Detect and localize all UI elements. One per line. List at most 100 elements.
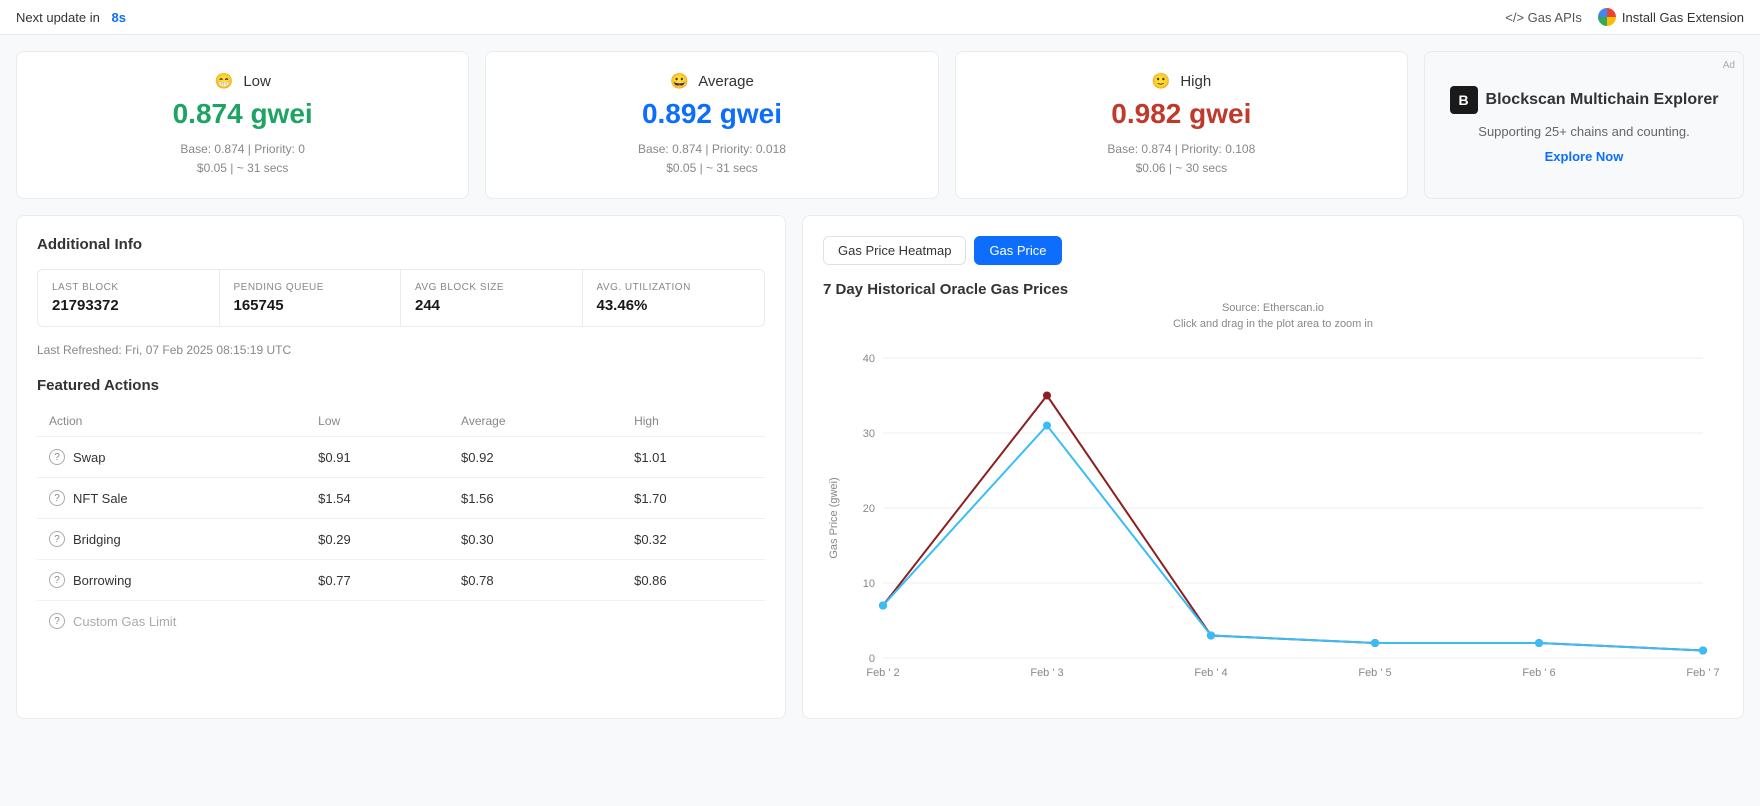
- ad-badge: Ad: [1723, 60, 1735, 71]
- table-row: ? Borrowing $0.77 $0.78 $0.86: [37, 560, 765, 601]
- gas-apis-label: </> Gas APIs: [1505, 10, 1582, 25]
- action-name-text: Borrowing: [73, 573, 132, 588]
- action-name-cell: ? Swap: [37, 437, 306, 478]
- action-name-cell: ? Borrowing: [37, 560, 306, 601]
- gas-card-low: 😁 Low 0.874 gwei Base: 0.874 | Priority:…: [16, 51, 469, 199]
- ad-explore-link[interactable]: Explore Now: [1545, 149, 1624, 164]
- custom-gas-limit-input[interactable]: [73, 614, 753, 629]
- action-low: $0.77: [306, 560, 449, 601]
- table-row: ? NFT Sale $1.54 $1.56 $1.70: [37, 478, 765, 519]
- gas-low-emoji: 😁: [214, 73, 233, 90]
- stat-last-block-value: 21793372: [52, 297, 205, 314]
- action-average: $0.30: [449, 519, 622, 560]
- gas-avg-value: 0.892 gwei: [506, 98, 917, 130]
- action-name-text: Swap: [73, 450, 106, 465]
- gas-apis-button[interactable]: </> Gas APIs: [1505, 10, 1582, 25]
- stat-avg-block-size-value: 244: [415, 297, 568, 314]
- gas-card-average: 😀 Average 0.892 gwei Base: 0.874 | Prior…: [485, 51, 938, 199]
- top-bar-right: </> Gas APIs Install Gas Extension: [1505, 8, 1744, 26]
- gas-card-high: 🙂 High 0.982 gwei Base: 0.874 | Priority…: [955, 51, 1408, 199]
- action-high: $1.01: [622, 437, 765, 478]
- gas-avg-details: Base: 0.874 | Priority: 0.018 $0.05 | ~ …: [506, 140, 917, 178]
- stat-avg-utilization: AVG. UTILIZATION 43.46%: [583, 270, 765, 326]
- stat-last-block-label: LAST BLOCK: [52, 282, 205, 293]
- stat-avg-utilization-label: AVG. UTILIZATION: [597, 282, 751, 293]
- stat-avg-utilization-value: 43.46%: [597, 297, 751, 314]
- update-timer: Next update in 8s: [16, 10, 126, 25]
- chart-title: 7 Day Historical Oracle Gas Prices: [823, 281, 1723, 298]
- action-average: $0.92: [449, 437, 622, 478]
- ad-description: Supporting 25+ chains and counting.: [1478, 124, 1689, 139]
- action-average: $0.78: [449, 560, 622, 601]
- blockscan-icon: B: [1450, 86, 1478, 114]
- stat-pending-queue-value: 165745: [234, 297, 387, 314]
- col-high: High: [622, 406, 765, 437]
- table-row: ? Swap $0.91 $0.92 $1.01: [37, 437, 765, 478]
- main-container: 😁 Low 0.874 gwei Base: 0.874 | Priority:…: [0, 35, 1760, 735]
- action-high: $0.86: [622, 560, 765, 601]
- action-high: $0.32: [622, 519, 765, 560]
- gas-high-emoji: 🙂: [1151, 73, 1170, 90]
- gas-high-details: Base: 0.874 | Priority: 0.108 $0.06 | ~ …: [976, 140, 1387, 178]
- action-low: $1.54: [306, 478, 449, 519]
- action-question-icon[interactable]: ?: [49, 490, 65, 506]
- stat-pending-queue-label: PENDING QUEUE: [234, 282, 387, 293]
- left-panel: Additional Info LAST BLOCK 21793372 PEND…: [16, 215, 786, 719]
- custom-gas-limit-row[interactable]: ?: [37, 601, 765, 642]
- featured-actions-title: Featured Actions: [37, 377, 765, 394]
- action-low: $0.29: [306, 519, 449, 560]
- action-name-text: NFT Sale: [73, 491, 128, 506]
- col-average: Average: [449, 406, 622, 437]
- chart-tabs: Gas Price Heatmap Gas Price: [823, 236, 1723, 265]
- action-high: $1.70: [622, 478, 765, 519]
- action-question-icon[interactable]: ?: [49, 449, 65, 465]
- action-low: $0.91: [306, 437, 449, 478]
- action-average: $1.56: [449, 478, 622, 519]
- svg-text:40: 40: [863, 353, 875, 365]
- stat-pending-queue: PENDING QUEUE 165745: [220, 270, 402, 326]
- svg-text:20: 20: [863, 503, 875, 515]
- tab-gas-price-heatmap[interactable]: Gas Price Heatmap: [823, 236, 966, 265]
- col-low: Low: [306, 406, 449, 437]
- chart-area[interactable]: 010203040Feb ' 2Feb ' 3Feb ' 4Feb ' 5Feb…: [823, 338, 1723, 698]
- table-row: ? Bridging $0.29 $0.30 $0.32: [37, 519, 765, 560]
- chart-hint: Click and drag in the plot area to zoom …: [823, 318, 1723, 330]
- countdown-value: 8s: [111, 10, 125, 25]
- action-question-icon[interactable]: ?: [49, 531, 65, 547]
- svg-text:Feb ' 6: Feb ' 6: [1522, 667, 1555, 679]
- svg-text:0: 0: [869, 653, 875, 665]
- svg-text:30: 30: [863, 428, 875, 440]
- top-bar: Next update in 8s </> Gas APIs Install G…: [0, 0, 1760, 35]
- stat-avg-block-size-label: AVG BLOCK SIZE: [415, 282, 568, 293]
- chart-source: Source: Etherscan.io: [823, 302, 1723, 314]
- last-refreshed: Last Refreshed: Fri, 07 Feb 2025 08:15:1…: [37, 343, 765, 357]
- stats-grid: LAST BLOCK 21793372 PENDING QUEUE 165745…: [37, 269, 765, 327]
- action-question-icon[interactable]: ?: [49, 572, 65, 588]
- install-extension-button[interactable]: Install Gas Extension: [1598, 8, 1744, 26]
- action-name-text: Bridging: [73, 532, 121, 547]
- gas-price-chart[interactable]: 010203040Feb ' 2Feb ' 3Feb ' 4Feb ' 5Feb…: [823, 338, 1723, 698]
- col-action: Action: [37, 406, 306, 437]
- ad-card: Ad B Blockscan Multichain Explorer Suppo…: [1424, 51, 1744, 199]
- gas-cards-row: 😁 Low 0.874 gwei Base: 0.874 | Priority:…: [16, 51, 1744, 199]
- chrome-icon: [1598, 8, 1616, 26]
- svg-text:Feb ' 3: Feb ' 3: [1030, 667, 1063, 679]
- svg-text:Feb ' 5: Feb ' 5: [1358, 667, 1391, 679]
- gas-low-value: 0.874 gwei: [37, 98, 448, 130]
- gas-avg-label: 😀 Average: [506, 72, 917, 90]
- gas-high-value: 0.982 gwei: [976, 98, 1387, 130]
- ad-logo-text: Blockscan Multichain Explorer: [1486, 91, 1719, 109]
- tab-gas-price[interactable]: Gas Price: [974, 236, 1061, 265]
- action-name-cell: ? Bridging: [37, 519, 306, 560]
- stat-avg-block-size: AVG BLOCK SIZE 244: [401, 270, 583, 326]
- svg-text:Feb ' 2: Feb ' 2: [866, 667, 899, 679]
- actions-table: Action Low Average High ? Swap $0.91 $0.…: [37, 406, 765, 641]
- custom-question-icon[interactable]: ?: [49, 613, 65, 629]
- svg-text:Feb ' 7: Feb ' 7: [1686, 667, 1719, 679]
- update-text: Next update in: [16, 10, 100, 25]
- svg-text:Feb ' 4: Feb ' 4: [1194, 667, 1227, 679]
- install-ext-label: Install Gas Extension: [1622, 10, 1744, 25]
- ad-logo: B Blockscan Multichain Explorer: [1450, 86, 1719, 114]
- gas-avg-emoji: 😀: [670, 73, 689, 90]
- gas-low-details: Base: 0.874 | Priority: 0 $0.05 | ~ 31 s…: [37, 140, 448, 178]
